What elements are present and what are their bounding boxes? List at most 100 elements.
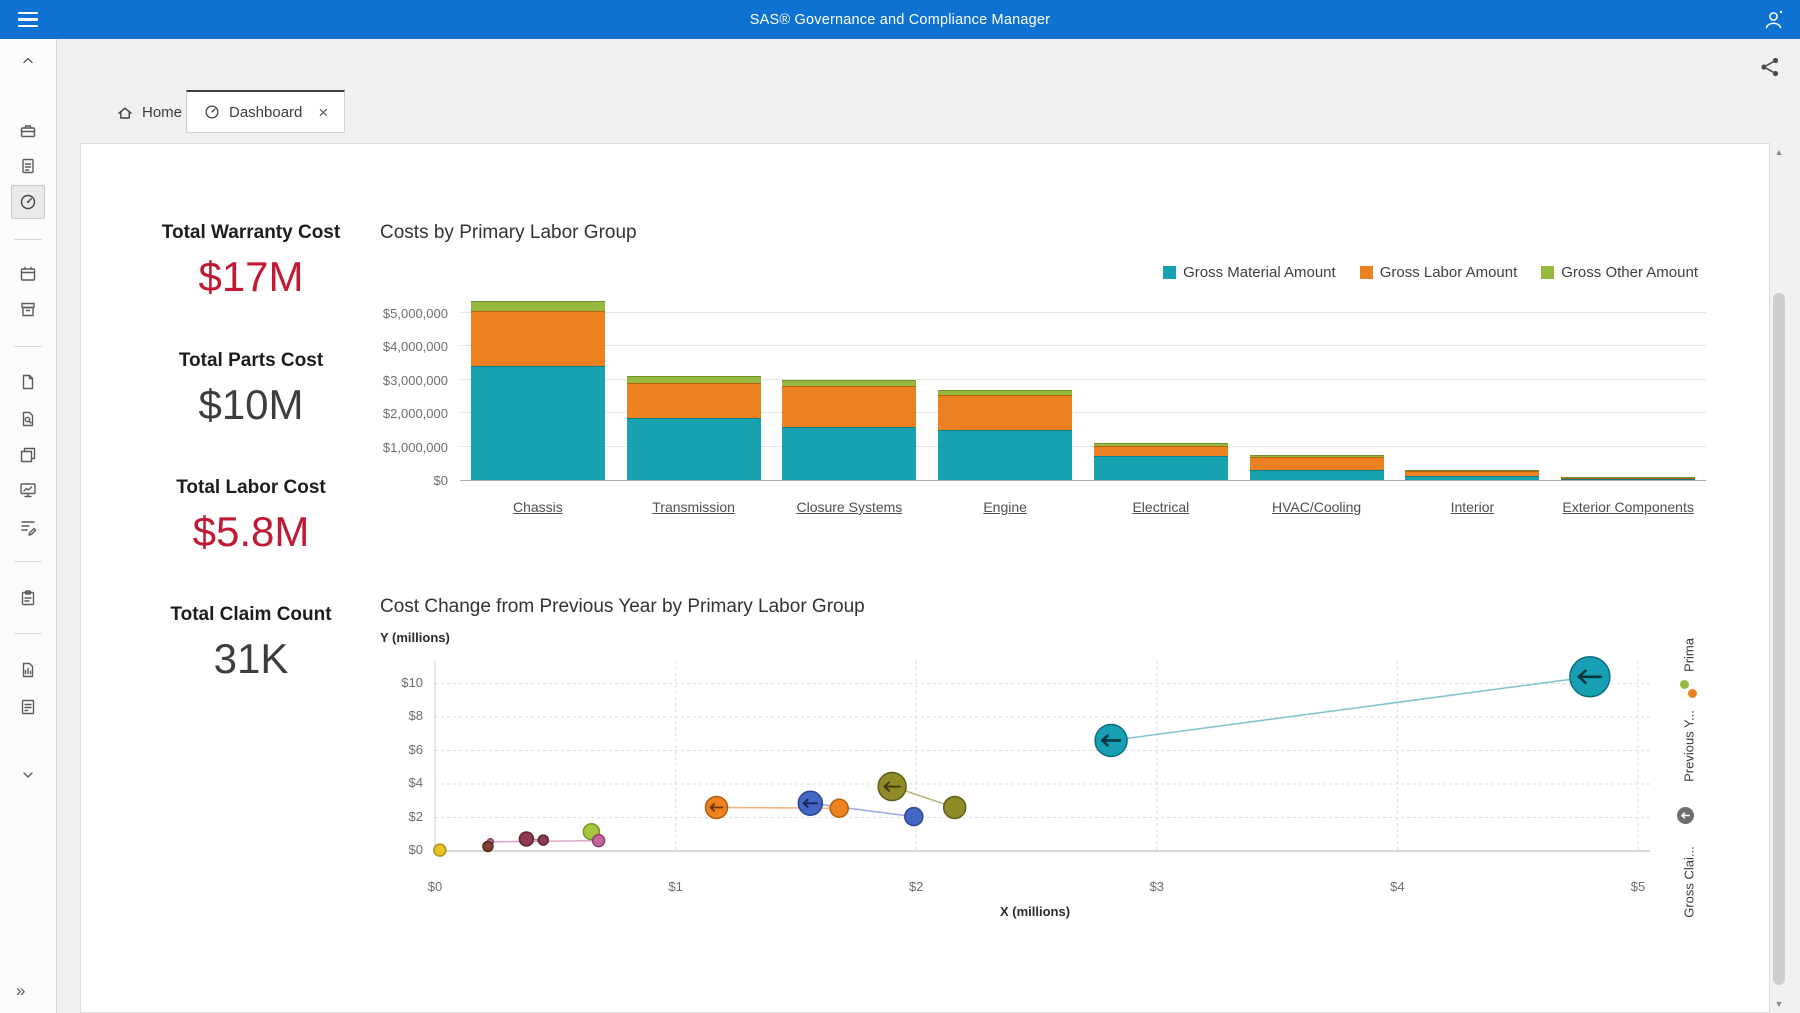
bubble-blue[interactable] <box>905 808 923 826</box>
bar-plot <box>460 294 1706 481</box>
bar-segment[interactable] <box>471 311 605 366</box>
sidebar-scroll-down-icon[interactable] <box>18 765 38 785</box>
vertical-scrollbar[interactable]: ▲ ▼ <box>1771 143 1787 1013</box>
kpi-value: $10M <box>121 381 381 429</box>
bar-segment[interactable] <box>1094 456 1228 480</box>
bubble-orange[interactable] <box>830 799 848 817</box>
stacked-bar[interactable] <box>471 301 605 480</box>
bubble-x-axis-label: X (millions) <box>995 904 1075 919</box>
bar-band <box>1395 294 1551 480</box>
bar-segment[interactable] <box>938 395 1072 430</box>
bar-segment[interactable] <box>471 301 605 311</box>
stacked-bar[interactable] <box>1561 477 1695 480</box>
bar-band <box>772 294 928 480</box>
archive-box-icon[interactable] <box>18 300 38 320</box>
close-tab-icon[interactable]: × <box>318 104 328 121</box>
bar-category-link[interactable]: Closure Systems <box>772 499 928 515</box>
bar-segment[interactable] <box>1094 446 1228 456</box>
kpi-claim-count: Total Claim Count 31K <box>121 604 381 683</box>
bar-ytick: $1,000,000 <box>336 440 448 455</box>
right-legend-gross-claim-label: Gross Clai... <box>1682 846 1697 918</box>
bar-segment[interactable] <box>1561 479 1695 480</box>
bubble-ytick: $6 <box>363 742 423 757</box>
dashboard-tab-icon <box>203 103 221 121</box>
file-icon[interactable] <box>18 372 38 392</box>
hamburger-menu-icon[interactable] <box>18 9 44 30</box>
bar-segment[interactable] <box>627 418 761 480</box>
tab-dashboard-label: Dashboard <box>229 104 302 121</box>
tab-home[interactable]: Home <box>100 92 198 133</box>
bubble-ytick: $10 <box>363 675 423 690</box>
clipboard-icon[interactable] <box>18 588 38 608</box>
legend-swatch <box>1163 266 1176 279</box>
bar-segment[interactable] <box>471 366 605 480</box>
bubble-brown[interactable] <box>483 841 493 851</box>
bar-category-link[interactable]: HVAC/Cooling <box>1239 499 1395 515</box>
bar-segment[interactable] <box>782 386 916 426</box>
bar-category-link[interactable]: Interior <box>1395 499 1551 515</box>
previous-year-arrow-icon <box>1677 807 1694 824</box>
bar-bands <box>460 294 1706 480</box>
legend-swatch <box>1360 266 1373 279</box>
bubble-xtick: $5 <box>1608 879 1668 894</box>
bar-category-link[interactable]: Exterior Components <box>1550 499 1706 515</box>
stacked-bar[interactable] <box>938 390 1072 480</box>
bubble-ytick: $4 <box>363 775 423 790</box>
bar-segment[interactable] <box>1250 470 1384 480</box>
stacked-bar[interactable] <box>782 380 916 480</box>
sidebar-expand-icon[interactable]: » <box>16 981 25 1001</box>
bar-segment[interactable] <box>782 380 916 387</box>
sidebar-scroll-up-icon[interactable] <box>18 50 38 70</box>
bar-cats: ChassisTransmissionClosure SystemsEngine… <box>460 499 1706 515</box>
bar-segment[interactable] <box>938 430 1072 480</box>
document-check-icon[interactable] <box>18 156 38 176</box>
bubble-yellow[interactable] <box>434 844 446 856</box>
kpi-label: Total Warranty Cost <box>121 222 381 244</box>
scroll-down-icon[interactable]: ▼ <box>1771 995 1787 1013</box>
stacked-bar[interactable] <box>1250 455 1384 480</box>
bubble-maroon[interactable] <box>538 835 548 845</box>
sidebar-divider <box>14 561 42 562</box>
kpi-label: Total Claim Count <box>121 604 381 626</box>
bubble-xtick: $4 <box>1367 879 1427 894</box>
bar-segment[interactable] <box>1405 476 1539 480</box>
bar-category-link[interactable]: Engine <box>927 499 1083 515</box>
edit-list-icon[interactable] <box>18 517 38 537</box>
dashboard-gauge-icon[interactable] <box>11 185 45 219</box>
monitor-chart-icon[interactable] <box>18 480 38 500</box>
bar-category-link[interactable]: Chassis <box>460 499 616 515</box>
stacked-bar[interactable] <box>1405 470 1539 480</box>
bar-legend: Gross Material AmountGross Labor AmountG… <box>1163 264 1698 281</box>
bar-category-link[interactable]: Electrical <box>1083 499 1239 515</box>
sidebar-divider <box>14 633 42 634</box>
briefcase-icon[interactable] <box>18 121 38 141</box>
calendar-icon[interactable] <box>18 264 38 284</box>
copy-icon[interactable] <box>18 445 38 465</box>
legend-label: Gross Other Amount <box>1561 264 1698 281</box>
file-chart-icon[interactable] <box>18 660 38 680</box>
scrollbar-thumb[interactable] <box>1773 293 1785 985</box>
home-icon <box>116 104 134 122</box>
bubble-xtick: $3 <box>1127 879 1187 894</box>
bubble-maroon[interactable] <box>519 832 533 846</box>
file-search-icon[interactable] <box>18 409 38 429</box>
bubble-pink[interactable] <box>593 835 605 847</box>
bar-segment[interactable] <box>782 427 916 480</box>
bar-category-link[interactable]: Transmission <box>616 499 772 515</box>
stacked-bar[interactable] <box>1094 443 1228 480</box>
stacked-bar[interactable] <box>627 376 761 480</box>
bar-ytick: $3,000,000 <box>336 373 448 388</box>
bubble-olive[interactable] <box>944 796 966 818</box>
user-avatar-icon[interactable] <box>1762 8 1786 32</box>
right-legend-dot-orange <box>1688 689 1697 698</box>
report-check-icon[interactable] <box>18 697 38 717</box>
bar-segment[interactable] <box>627 376 761 383</box>
share-icon[interactable] <box>1758 55 1784 81</box>
sidebar-divider <box>14 346 42 347</box>
tab-dashboard[interactable]: Dashboard × <box>186 90 345 133</box>
bar-segment[interactable] <box>627 383 761 418</box>
legend-item: Gross Other Amount <box>1541 264 1698 281</box>
scroll-up-icon[interactable]: ▲ <box>1771 143 1787 161</box>
sidebar: » <box>0 39 57 1013</box>
bar-segment[interactable] <box>1250 457 1384 470</box>
